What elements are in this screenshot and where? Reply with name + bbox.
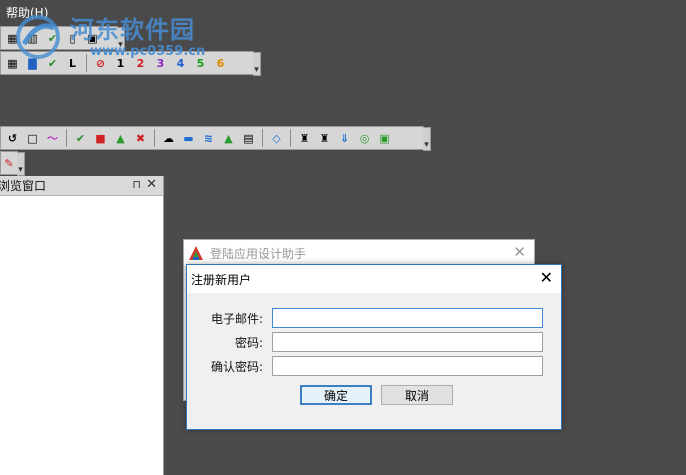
wave-icon[interactable]: ≋ — [200, 130, 217, 147]
confirm-password-label: 确认密码: — [210, 359, 263, 374]
register-dialog-title: 注册新用户 — [191, 272, 252, 287]
register-dialog: 注册新用户 ✕ 电子邮件: 密码: 确认密码: 确定 取消 — [186, 264, 562, 430]
cross-chart-icon[interactable]: ✖ — [132, 130, 149, 147]
toolbar-3: ↺ □ 〜 ✔ ■ ▲ ✖ ☁ ▬ ≋ ▲ ▤ ◇ ♜ ♜ ⇓ ◎ ▣ ▾ — [0, 126, 431, 151]
email-label: 电子邮件: — [210, 311, 263, 326]
password-label: 密码: — [234, 335, 263, 350]
login-window-titlebar[interactable]: 登陆应用设计助手 ✕ — [184, 240, 534, 266]
close-icon[interactable]: ✕ — [540, 268, 553, 287]
sheet-icon[interactable]: ▤ — [240, 130, 257, 147]
machine-icon[interactable]: ♜ — [296, 130, 313, 147]
watermark-title: 河东软件园 — [70, 15, 195, 44]
confirm-password-row: 确认密码: — [187, 355, 563, 377]
app-logo-icon — [189, 246, 203, 260]
landscape-icon[interactable]: ▲ — [112, 130, 129, 147]
check-icon[interactable]: ✔ — [72, 130, 89, 147]
watermark-logo-icon — [16, 15, 60, 59]
email-field[interactable] — [272, 308, 543, 328]
pencil-icon[interactable]: ✎ — [4, 155, 14, 172]
password-row: 密码: — [187, 331, 563, 353]
toolbar-grip[interactable]: ▾ — [253, 52, 261, 76]
cloud-icon[interactable]: ☁ — [160, 130, 177, 147]
close-icon[interactable]: ✕ — [146, 177, 157, 192]
eraser-icon[interactable]: ◇ — [268, 130, 285, 147]
email-row: 电子邮件: — [187, 307, 563, 329]
close-icon[interactable]: ✕ — [513, 243, 526, 261]
colors-icon[interactable]: ■ — [92, 130, 109, 147]
password-field[interactable] — [272, 332, 543, 352]
cancel-button[interactable]: 取消 — [381, 385, 453, 405]
confirm-password-field[interactable] — [272, 356, 543, 376]
browse-panel-header: 浏览窗口 ⊓ ✕ — [0, 176, 163, 196]
login-window-title: 登陆应用设计助手 — [210, 246, 307, 261]
toolbar-grip[interactable]: ▾ — [423, 127, 431, 151]
browse-panel: 浏览窗口 ⊓ ✕ — [0, 176, 164, 475]
watermark-url: www.pc0359.cn — [90, 44, 206, 59]
frame-icon[interactable]: ▣ — [376, 130, 393, 147]
toolbar-grip[interactable]: ▾ — [17, 152, 25, 176]
target-icon[interactable]: ◎ — [356, 130, 373, 147]
square-icon[interactable]: □ — [24, 130, 41, 147]
undo-icon[interactable]: ↺ — [4, 130, 21, 147]
register-dialog-titlebar[interactable]: 注册新用户 ✕ — [187, 265, 561, 293]
pin-icon[interactable]: ⊓ — [132, 178, 141, 191]
num-6-icon[interactable]: 6 — [212, 55, 229, 72]
terrain-icon[interactable]: ▲ — [220, 130, 237, 147]
drill-icon[interactable]: ⇓ — [336, 130, 353, 147]
ok-button[interactable]: 确定 — [300, 385, 372, 405]
sky-icon[interactable]: ▬ — [180, 130, 197, 147]
browse-panel-title: 浏览窗口 — [0, 179, 47, 193]
toolbar-4: ✎ ▾ — [0, 151, 25, 176]
curve-icon[interactable]: 〜 — [44, 130, 61, 147]
machine-2-icon[interactable]: ♜ — [316, 130, 333, 147]
letter-l-icon[interactable]: L — [64, 55, 81, 72]
